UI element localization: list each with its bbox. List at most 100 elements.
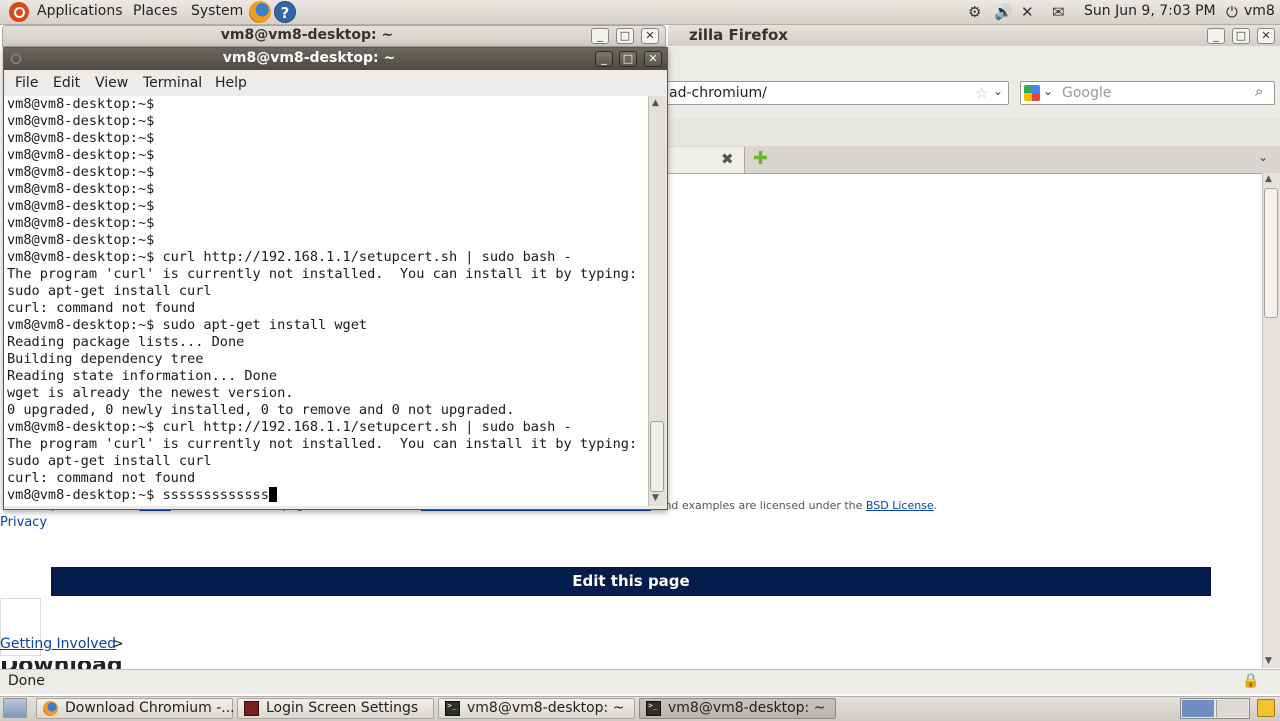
terminal-line: 0 upgraded, 0 newly installed, 0 to remo… — [7, 402, 515, 418]
page-heading-partial: Download Chromium — [0, 661, 230, 669]
help-icon[interactable]: ? — [274, 1, 296, 23]
menu-system[interactable]: System — [191, 3, 243, 19]
taskbar-item-label: vm8@vm8-desktop: ~ — [467, 700, 625, 716]
firefox-window-title: zilla Firefox — [689, 26, 788, 44]
terminal-icon — [445, 701, 460, 716]
terminal-line: curl: command not found — [7, 470, 196, 486]
firefox-maximize-button[interactable]: □ — [1232, 28, 1250, 44]
terminal-line: The program 'curl' is currently not inst… — [7, 436, 638, 452]
terminal-line: Building dependency tree — [7, 351, 204, 367]
tab-list-chevron-icon[interactable]: ⌄ — [1258, 150, 1268, 164]
bookmark-star-icon[interactable]: ☆ — [975, 84, 988, 102]
login-settings-icon — [244, 701, 259, 716]
clock[interactable]: Sun Jun 9, 7:03 PM — [1084, 3, 1216, 19]
terminal-line: The program 'curl' is currently not inst… — [7, 266, 638, 282]
menu-edit[interactable]: Edit — [53, 75, 80, 91]
terminal-icon — [646, 701, 661, 716]
terminal-line: vm8@vm8-desktop:~$ curl http://192.168.1… — [7, 419, 572, 435]
taskbar-item-firefox[interactable]: Download Chromium -... — [36, 698, 235, 719]
ubuntu-logo-icon[interactable] — [9, 2, 29, 22]
tab-close-icon[interactable]: ✖ — [721, 150, 734, 168]
security-lock-icon[interactable]: 🔒 — [1242, 673, 1259, 689]
terminal-scroll-thumb[interactable] — [650, 421, 664, 492]
back-terminal-close-button[interactable]: ✕ — [641, 28, 659, 44]
edit-this-page-label[interactable]: Edit this page — [51, 572, 1211, 590]
terminal-title: vm8@vm8-desktop: ~ — [222, 50, 396, 66]
firefox-close-button[interactable]: ✕ — [1257, 28, 1275, 44]
scroll-up-arrow-icon[interactable]: ▲ — [1265, 174, 1272, 184]
terminal-line: vm8@vm8-desktop:~$ — [7, 215, 155, 231]
search-input-placeholder[interactable]: Google — [1062, 85, 1111, 101]
google-engine-icon[interactable] — [1024, 85, 1040, 101]
taskbar-item-label: vm8@vm8-desktop: ~ — [668, 700, 826, 716]
taskbar-item-terminal-1[interactable]: vm8@vm8-desktop: ~ — [438, 698, 635, 719]
bsd-license-link[interactable]: BSD License — [866, 499, 934, 512]
taskbar-item-login-settings[interactable]: Login Screen Settings — [237, 698, 434, 719]
taskbar-item-label: Download Chromium -... — [65, 700, 235, 716]
privacy-link[interactable]: Privacy — [0, 515, 47, 530]
menu-view[interactable]: View — [95, 75, 128, 91]
bluetooth-icon[interactable]: ✕ — [1021, 3, 1034, 21]
terminal-line: vm8@vm8-desktop:~$ sudo apt-get install … — [7, 317, 368, 333]
show-desktop-button[interactable] — [3, 698, 27, 718]
user-name[interactable]: vm8 — [1244, 3, 1275, 19]
firefox-url-text[interactable]: ad-chromium/ — [669, 85, 767, 101]
terminal-line: vm8@vm8-desktop:~$ — [7, 130, 155, 146]
terminal-line: vm8@vm8-desktop:~$ — [7, 164, 155, 180]
terminal-output: vm8@vm8-desktop:~$ vm8@vm8-desktop:~$ vm… — [7, 96, 637, 504]
terminal-line: vm8@vm8-desktop:~$ — [7, 181, 155, 197]
terminal-line: sudo apt-get install curl — [7, 453, 212, 469]
firefox-bookmarks-toolbar — [668, 118, 1280, 147]
terminal-line: vm8@vm8-desktop:~$ — [7, 198, 155, 214]
menu-applications[interactable]: Applications — [37, 3, 123, 19]
search-icon[interactable]: ⌕ — [1255, 82, 1263, 100]
terminal-line: Reading package lists... Done — [7, 334, 245, 350]
terminal-maximize-button[interactable]: □ — [619, 51, 637, 67]
firefox-status-bar — [0, 669, 1280, 694]
terminal-minimize-button[interactable]: _ — [595, 51, 613, 67]
terminal-line: vm8@vm8-desktop:~$ — [7, 96, 155, 112]
back-terminal-minimize-button[interactable]: _ — [591, 28, 609, 44]
mail-icon[interactable]: ✉ — [1052, 3, 1065, 21]
terminal-line: Reading state information... Done — [7, 368, 278, 384]
terminal-menubar: File Edit View Terminal Help — [4, 71, 667, 95]
menu-help[interactable]: Help — [215, 75, 247, 91]
scroll-up-arrow-icon[interactable]: ▲ — [652, 98, 659, 108]
firefox-minimize-button[interactable]: _ — [1207, 28, 1225, 44]
menu-terminal[interactable]: Terminal — [143, 75, 202, 91]
terminal-line: curl: command not found — [7, 300, 196, 316]
search-engine-dropdown-icon[interactable]: ⌄ — [1043, 84, 1053, 98]
back-terminal-maximize-button[interactable]: □ — [616, 28, 634, 44]
breadcrumb-separator: > — [112, 636, 124, 652]
scroll-down-arrow-icon[interactable]: ▼ — [652, 493, 659, 503]
terminal-line: vm8@vm8-desktop:~$ — [7, 232, 155, 248]
url-dropdown-icon[interactable]: ⌄ — [993, 84, 1003, 98]
terminal-line: vm8@vm8-desktop:~$ — [7, 113, 155, 129]
menu-places[interactable]: Places — [133, 3, 178, 19]
firefox-search-bar[interactable] — [1020, 81, 1275, 105]
back-terminal-title: vm8@vm8-desktop: ~ — [220, 27, 394, 43]
taskbar-item-terminal-2[interactable]: vm8@vm8-desktop: ~ — [639, 698, 836, 719]
workspace-1[interactable] — [1182, 700, 1214, 717]
trash-icon[interactable] — [1257, 699, 1275, 717]
new-tab-plus-icon[interactable]: ✚ — [753, 148, 768, 169]
top-panel: Applications Places System ? ⚙ 🔊 ✕ ✉ Sun… — [0, 0, 1280, 25]
volume-icon[interactable]: 🔊 — [994, 3, 1013, 21]
firefox-icon — [43, 701, 58, 716]
taskbar-item-label: Login Screen Settings — [266, 700, 419, 716]
network-icon[interactable]: ⚙ — [968, 3, 981, 21]
firefox-icon[interactable] — [249, 1, 271, 23]
getting-involved-link[interactable]: Getting Involved — [0, 636, 116, 652]
status-text: Done — [8, 673, 45, 689]
terminal-line: wget is already the newest version. — [7, 385, 294, 401]
terminal-screen[interactable]: vm8@vm8-desktop:~$ vm8@vm8-desktop:~$ vm… — [4, 96, 648, 506]
firefox-scroll-thumb[interactable] — [1264, 188, 1278, 318]
scroll-down-arrow-icon[interactable]: ▼ — [1265, 656, 1272, 666]
terminal-close-button[interactable]: ✕ — [644, 51, 662, 67]
workspace-2[interactable] — [1216, 700, 1248, 717]
terminal-line: vm8@vm8-desktop:~$ sssssssssssss — [7, 487, 269, 503]
power-icon[interactable]: ⏻ — [1226, 3, 1238, 21]
menu-file[interactable]: File — [15, 75, 38, 91]
terminal-line: vm8@vm8-desktop:~$ — [7, 147, 155, 163]
terminal-line: vm8@vm8-desktop:~$ curl http://192.168.1… — [7, 249, 572, 265]
